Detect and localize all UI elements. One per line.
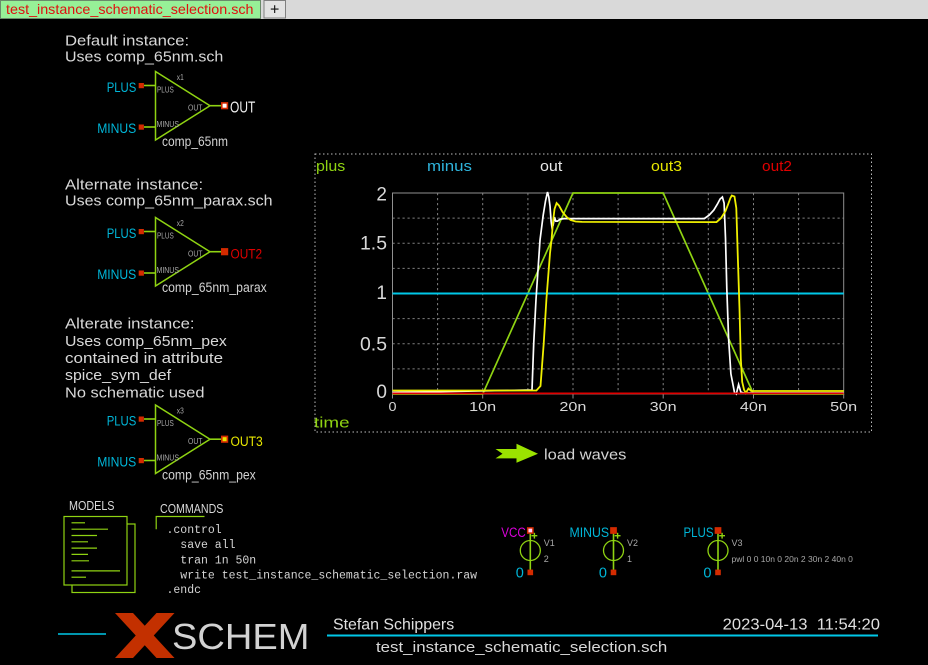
svg-text:Stefan Schippers: Stefan Schippers <box>333 617 454 634</box>
svg-text:COMMANDS: COMMANDS <box>160 501 224 516</box>
svg-text:out: out <box>540 158 563 175</box>
svg-text:comp_65nm: comp_65nm <box>162 134 228 149</box>
svg-text:MINUS: MINUS <box>97 120 136 136</box>
svg-text:0: 0 <box>703 566 711 582</box>
svg-text:comp_65nm_parax: comp_65nm_parax <box>162 280 267 295</box>
svg-text:0.5: 0.5 <box>360 335 387 356</box>
svg-text:Default instance:: Default instance: <box>65 33 189 49</box>
svg-text:Uses comp_65nm.sch: Uses comp_65nm.sch <box>65 50 223 66</box>
svg-text:30n: 30n <box>650 400 677 414</box>
svg-text:50n: 50n <box>830 400 857 414</box>
svg-text:V2: V2 <box>627 538 638 548</box>
svg-text:VCC: VCC <box>501 525 526 540</box>
svg-text:x3: x3 <box>177 407 184 416</box>
svg-text:spice_sym_def: spice_sym_def <box>65 368 172 384</box>
svg-text:OUT2: OUT2 <box>231 247 263 262</box>
svg-text:test_instance_schematic_select: test_instance_schematic_selection.sch <box>376 639 667 656</box>
svg-text:MINUS: MINUS <box>157 453 180 463</box>
svg-text:x1: x1 <box>177 73 184 82</box>
svg-text:OUT: OUT <box>188 436 203 446</box>
svg-text:time: time <box>314 415 350 432</box>
svg-text:1: 1 <box>627 554 632 564</box>
svg-text:OUT: OUT <box>188 102 203 112</box>
svg-text:test_instance_schematic_select: test_instance_schematic_selection.sch <box>6 1 253 17</box>
svg-text:out3: out3 <box>651 158 682 175</box>
svg-text:0: 0 <box>599 566 607 582</box>
svg-text:SCHEM: SCHEM <box>172 616 309 657</box>
svg-text:Uses comp_65nm_parax.sch: Uses comp_65nm_parax.sch <box>65 194 273 210</box>
svg-text:tran 1n 50n: tran 1n 50n <box>180 554 256 567</box>
svg-text:2: 2 <box>376 185 387 206</box>
svg-text:V1: V1 <box>544 538 555 548</box>
svg-text:Uses comp_65nm_pex: Uses comp_65nm_pex <box>65 334 228 350</box>
svg-text:MINUS: MINUS <box>157 119 180 129</box>
svg-text:40n: 40n <box>740 400 767 414</box>
svg-text:MINUS: MINUS <box>97 266 136 282</box>
svg-text:PLUS: PLUS <box>684 525 714 540</box>
svg-text:0: 0 <box>516 566 524 582</box>
svg-text:OUT: OUT <box>188 248 203 258</box>
svg-text:V3: V3 <box>732 538 743 548</box>
svg-text:.control: .control <box>167 524 222 537</box>
svg-text:write test_instance_schematic_: write test_instance_schematic_selection.… <box>180 570 477 583</box>
svg-text:PLUS: PLUS <box>157 85 174 95</box>
svg-text:20n: 20n <box>559 400 586 414</box>
svg-text:comp_65nm_pex: comp_65nm_pex <box>162 468 256 483</box>
svg-text:x2: x2 <box>177 219 184 228</box>
svg-text:1.5: 1.5 <box>360 234 387 255</box>
svg-text:minus: minus <box>427 158 472 175</box>
svg-text:.endc: .endc <box>167 584 202 597</box>
svg-text:1: 1 <box>376 283 387 304</box>
svg-text:2: 2 <box>544 554 549 564</box>
svg-text:out2: out2 <box>762 158 792 175</box>
svg-text:OUT3: OUT3 <box>231 434 263 449</box>
svg-text:pwl 0 0 10n 0 20n 2 30n 2 40n: pwl 0 0 10n 0 20n 2 30n 2 40n 0 <box>732 555 854 564</box>
svg-text:save all: save all <box>180 539 235 552</box>
svg-text:PLUS: PLUS <box>107 79 137 95</box>
svg-text:0: 0 <box>376 382 387 403</box>
svg-text:PLUS: PLUS <box>107 225 137 241</box>
svg-text:MINUS: MINUS <box>157 265 180 275</box>
svg-text:contained in attribute: contained in attribute <box>65 351 223 367</box>
svg-text:Alternate instance:: Alternate instance: <box>65 177 203 193</box>
svg-text:PLUS: PLUS <box>157 231 174 241</box>
svg-text:0: 0 <box>389 400 397 414</box>
svg-text:PLUS: PLUS <box>157 418 174 428</box>
svg-text:MODELS: MODELS <box>69 499 115 513</box>
svg-text:load waves: load waves <box>544 447 626 464</box>
svg-text:OUT: OUT <box>230 100 256 117</box>
svg-text:plus: plus <box>316 158 345 175</box>
svg-text:10n: 10n <box>469 400 496 414</box>
svg-text:PLUS: PLUS <box>107 413 137 429</box>
svg-text:MINUS: MINUS <box>570 525 610 540</box>
svg-text:+: + <box>270 2 279 19</box>
svg-text:No schematic used: No schematic used <box>65 385 205 401</box>
svg-text:MINUS: MINUS <box>97 454 136 470</box>
svg-text:2023-04-13 11:54:20: 2023-04-13 11:54:20 <box>723 617 880 634</box>
svg-text:Alterate instance:: Alterate instance: <box>65 317 195 333</box>
